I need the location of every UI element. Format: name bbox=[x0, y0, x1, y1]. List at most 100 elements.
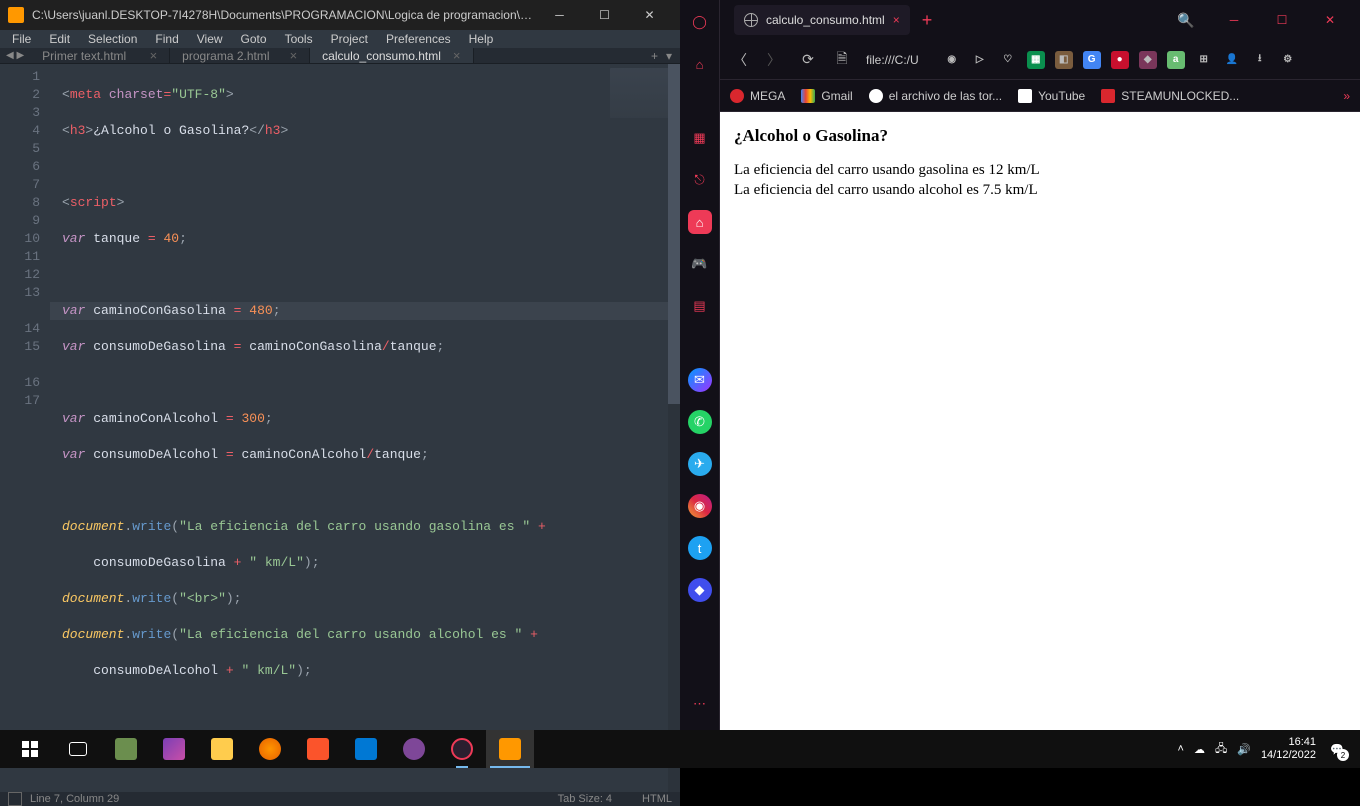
panel-icon[interactable] bbox=[8, 792, 22, 806]
back-button[interactable]: 〈 bbox=[730, 50, 750, 70]
gx-control-icon[interactable]: ⌂ bbox=[688, 52, 712, 76]
close-button[interactable]: ✕ bbox=[1308, 4, 1352, 36]
sublime-icon bbox=[8, 7, 24, 23]
tab-primer-text[interactable]: Primer text.html × bbox=[30, 48, 170, 63]
reload-button[interactable]: ⟳ bbox=[798, 50, 818, 70]
bookmark-archivo[interactable]: el archivo de las tor... bbox=[869, 89, 1002, 103]
extensions-menu-icon[interactable]: ⊞ bbox=[1195, 51, 1213, 69]
limiter-icon[interactable]: ▦ bbox=[688, 126, 712, 150]
maximize-button[interactable]: ☐ bbox=[1260, 4, 1304, 36]
code-area[interactable]: <meta charset="UTF-8"> <h3>¿Alcohol o Ga… bbox=[50, 64, 680, 792]
bookmark-youtube[interactable]: YouTube bbox=[1018, 89, 1085, 103]
ublock-icon[interactable]: ● bbox=[1111, 51, 1129, 69]
tray-chevron-icon[interactable]: ˄ bbox=[1178, 743, 1184, 755]
tab-title: calculo_consumo.html bbox=[766, 13, 885, 27]
minimize-button[interactable]: ─ bbox=[537, 0, 582, 30]
taskbar-app-explorer[interactable] bbox=[198, 730, 246, 768]
status-syntax[interactable]: HTML bbox=[642, 793, 672, 805]
maximize-button[interactable]: ☐ bbox=[582, 0, 627, 30]
twitch-icon[interactable]: ⎋ bbox=[688, 168, 712, 192]
menu-bar: File Edit Selection Find View Goto Tools… bbox=[0, 30, 680, 48]
tab-close-icon[interactable]: × bbox=[290, 48, 298, 63]
start-button[interactable] bbox=[6, 730, 54, 768]
google-translate-icon[interactable]: G bbox=[1083, 51, 1101, 69]
opera-sidebar: ◯ ⌂ ▦ ⎋ ⌂ 🎮 ▤ ✉ ✆ ✈ ◉ t ◆ ⋯ bbox=[680, 0, 720, 730]
tab-close-icon[interactable]: × bbox=[150, 48, 158, 63]
taskbar-app-brave[interactable] bbox=[294, 730, 342, 768]
new-tab-button[interactable]: + bbox=[922, 10, 933, 31]
extension-icon[interactable]: ◧ bbox=[1055, 51, 1073, 69]
taskbar-app-mail[interactable] bbox=[342, 730, 390, 768]
forward-button[interactable]: 〉 bbox=[764, 50, 784, 70]
close-button[interactable]: ✕ bbox=[627, 0, 672, 30]
editor[interactable]: 1234567891011121314151617 <meta charset=… bbox=[0, 64, 680, 792]
sublime-titlebar[interactable]: C:\Users\juanl.DESKTOP-7I4278H\Documents… bbox=[0, 0, 680, 30]
menu-edit[interactable]: Edit bbox=[41, 30, 78, 48]
menu-help[interactable]: Help bbox=[461, 30, 502, 48]
tab-programa-2[interactable]: programa 2.html × bbox=[170, 48, 310, 63]
gx-corner-icon[interactable]: ◯ bbox=[688, 10, 712, 34]
onedrive-icon[interactable]: ☁ bbox=[1194, 743, 1205, 756]
taskbar-app-sublime[interactable] bbox=[486, 730, 534, 768]
clock[interactable]: 16:41 14/12/2022 bbox=[1261, 736, 1316, 762]
tab-scroll-arrows[interactable]: ◀ ▶ bbox=[0, 48, 30, 63]
media-icon[interactable]: ▷ bbox=[971, 51, 989, 69]
taskbar-app-opera[interactable] bbox=[438, 730, 486, 768]
page-viewport[interactable]: ¿Alcohol o Gasolina? La eficiencia del c… bbox=[720, 112, 1360, 730]
controller-icon[interactable]: 🎮 bbox=[688, 252, 712, 276]
profile-icon[interactable]: 👤 bbox=[1223, 51, 1241, 69]
minimap[interactable] bbox=[610, 68, 670, 118]
screenshot-icon[interactable]: ◉ bbox=[943, 51, 961, 69]
taskbar-app-minecraft[interactable] bbox=[102, 730, 150, 768]
extension-icon[interactable]: ▦ bbox=[1027, 51, 1045, 69]
downloads-icon[interactable]: ⭳ bbox=[1251, 51, 1269, 69]
news-icon[interactable]: ▤ bbox=[688, 294, 712, 318]
notifications-button[interactable]: 💬2 bbox=[1326, 738, 1348, 760]
minimize-button[interactable]: ─ bbox=[1212, 4, 1256, 36]
adguard-icon[interactable]: a bbox=[1167, 51, 1185, 69]
menu-file[interactable]: File bbox=[4, 30, 39, 48]
discord-icon[interactable]: ◆ bbox=[688, 578, 712, 602]
network-icon[interactable]: 🖧 bbox=[1215, 740, 1227, 759]
tab-close-icon[interactable]: × bbox=[453, 48, 461, 63]
bookmark-steamunlocked[interactable]: STEAMUNLOCKED... bbox=[1101, 89, 1239, 103]
home-icon[interactable]: ⌂ bbox=[688, 210, 712, 234]
volume-icon[interactable]: 🔊 bbox=[1237, 743, 1251, 756]
instagram-icon[interactable]: ◉ bbox=[688, 494, 712, 518]
taskbar-app[interactable] bbox=[150, 730, 198, 768]
menu-project[interactable]: Project bbox=[323, 30, 376, 48]
extension-icon[interactable]: ◆ bbox=[1139, 51, 1157, 69]
status-tabsize[interactable]: Tab Size: 4 bbox=[558, 793, 612, 805]
bookmark-gmail[interactable]: Gmail bbox=[801, 89, 852, 103]
telegram-icon[interactable]: ✈ bbox=[688, 452, 712, 476]
status-position: Line 7, Column 29 bbox=[30, 793, 119, 805]
whatsapp-icon[interactable]: ✆ bbox=[688, 410, 712, 434]
menu-tools[interactable]: Tools bbox=[277, 30, 321, 48]
browser-tab[interactable]: calculo_consumo.html × bbox=[734, 5, 910, 35]
easy-setup-icon[interactable]: ⚙ bbox=[1279, 51, 1297, 69]
tab-close-icon[interactable]: × bbox=[893, 13, 900, 27]
tab-bar: ◀ ▶ Primer text.html × programa 2.html ×… bbox=[0, 48, 680, 64]
taskbar-app-tor[interactable] bbox=[390, 730, 438, 768]
menu-selection[interactable]: Selection bbox=[80, 30, 145, 48]
menu-preferences[interactable]: Preferences bbox=[378, 30, 459, 48]
messenger-icon[interactable]: ✉ bbox=[688, 368, 712, 392]
task-view-button[interactable] bbox=[54, 730, 102, 768]
search-tabs-icon[interactable]: 🔍 bbox=[1164, 4, 1208, 36]
vertical-scrollbar[interactable] bbox=[668, 64, 680, 792]
bookmark-mega[interactable]: MEGA bbox=[730, 89, 785, 103]
menu-view[interactable]: View bbox=[189, 30, 231, 48]
new-tab-button[interactable]: + bbox=[651, 49, 658, 63]
heart-icon[interactable]: ♡ bbox=[999, 51, 1017, 69]
menu-find[interactable]: Find bbox=[147, 30, 186, 48]
bookmarks-overflow-icon[interactable]: » bbox=[1343, 89, 1350, 103]
more-icon[interactable]: ⋯ bbox=[688, 692, 712, 716]
taskbar-app-firefox[interactable] bbox=[246, 730, 294, 768]
menu-goto[interactable]: Goto bbox=[233, 30, 275, 48]
address-bar[interactable]: file:///C:/U bbox=[866, 53, 919, 67]
twitter-icon[interactable]: t bbox=[688, 536, 712, 560]
tab-calculo-consumo[interactable]: calculo_consumo.html × bbox=[310, 48, 473, 63]
tab-menu-button[interactable]: ▾ bbox=[666, 49, 672, 63]
file-icon: 🗎 bbox=[832, 50, 852, 70]
tab-label: Primer text.html bbox=[42, 49, 126, 63]
